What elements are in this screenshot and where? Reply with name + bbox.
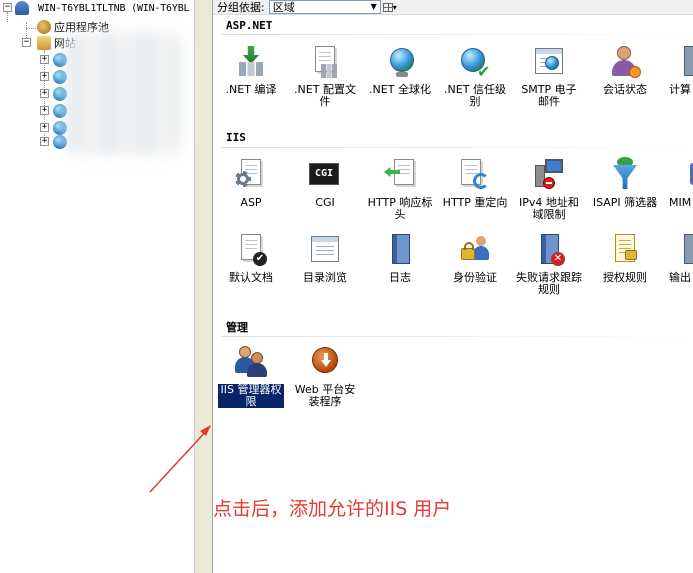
annotation-arrow [149,425,211,493]
annotation-arrow-line [149,427,210,493]
iis-manager-window: − WIN-T6YBL1TLTNB (WIN-T6YBL 应用程序池 − 网站 … [0,0,693,573]
annotation-text: 点击后，添加允许的IIS 用户 [213,498,452,520]
annotation-arrow-head [200,425,211,436]
